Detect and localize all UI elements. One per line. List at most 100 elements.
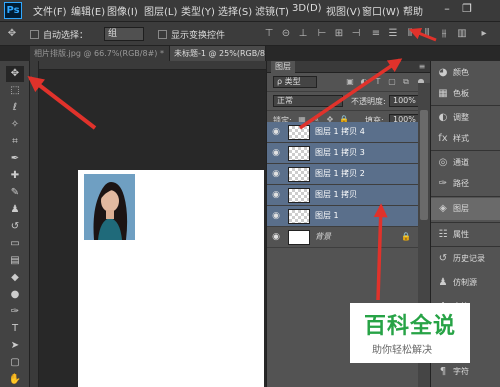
- side-panel-swatches[interactable]: ▦ 色板: [431, 83, 500, 105]
- watermark-title: 百科全说: [364, 314, 457, 339]
- history-brush-tool[interactable]: ↺: [6, 219, 24, 235]
- eraser-tool[interactable]: ▭: [6, 236, 24, 252]
- menu-type[interactable]: 类型(Y): [181, 3, 215, 18]
- menu-file[interactable]: 文件(F): [33, 3, 67, 18]
- crop-tool[interactable]: ⌗: [6, 134, 24, 150]
- tab-photo-layout[interactable]: 相片排版.jpg @ 66.7%(RGB/8#) *: [30, 46, 170, 61]
- pen-tool[interactable]: ✑: [6, 304, 24, 320]
- tab-layers[interactable]: 图层: [271, 61, 295, 73]
- visibility-eye-icon[interactable]: ◉: [270, 169, 282, 179]
- layer-row[interactable]: ◉ 背景 🔒: [267, 227, 419, 248]
- lasso-tool[interactable]: ℓ: [6, 100, 24, 116]
- side-panel-properties[interactable]: ☷ 属性: [431, 224, 500, 246]
- portrait-image: [84, 174, 135, 240]
- marquee-tool[interactable]: ⬚: [6, 83, 24, 99]
- menu-3d[interactable]: 3D(D): [292, 3, 322, 14]
- path-select-tool[interactable]: ➤: [6, 338, 24, 354]
- layer-filter-dropdown[interactable]: ρ 类型: [273, 76, 317, 88]
- panel-separator: [431, 105, 500, 106]
- portrait-photo[interactable]: [84, 174, 135, 240]
- distribute-top-icon[interactable]: ≡: [370, 28, 382, 40]
- shape-tool[interactable]: ▢: [6, 355, 24, 371]
- side-panel-history[interactable]: ↺ 历史记录: [431, 248, 500, 270]
- visibility-eye-icon[interactable]: ◉: [270, 211, 282, 221]
- minimize-button[interactable]: –: [440, 2, 454, 16]
- menu-filter[interactable]: 滤镜(T): [255, 3, 289, 18]
- menu-help[interactable]: 帮助: [403, 3, 423, 18]
- layer-name[interactable]: 背景: [315, 231, 331, 243]
- stamp-tool[interactable]: ♟: [6, 202, 24, 218]
- layer-row[interactable]: ◉ 图层 1 拷贝 4: [267, 122, 419, 143]
- move-tool-preset-icon[interactable]: ✥: [6, 28, 18, 40]
- auto-align-icon[interactable]: ▥: [456, 28, 468, 40]
- side-panel-channels[interactable]: ◎ 通道: [431, 152, 500, 174]
- filter-pixel-icon[interactable]: ▣: [345, 77, 355, 87]
- menu-window[interactable]: 窗口(W): [362, 3, 400, 18]
- side-panel-color[interactable]: ◕ 颜色: [431, 62, 500, 84]
- side-panel-styles[interactable]: fx 样式: [431, 128, 500, 150]
- layers-scroll-thumb[interactable]: [420, 110, 428, 220]
- healing-tool[interactable]: ✚: [6, 168, 24, 184]
- eyedropper-tool[interactable]: ✒: [6, 151, 24, 167]
- align-left-icon[interactable]: ⊢: [316, 28, 328, 40]
- blur-tool[interactable]: ◆: [6, 270, 24, 286]
- restore-button[interactable]: ❐: [460, 2, 474, 16]
- brush-tool[interactable]: ✎: [6, 185, 24, 201]
- layer-row[interactable]: ◉ 图层 1 拷贝 3: [267, 143, 419, 164]
- gradient-tool[interactable]: ▤: [6, 253, 24, 269]
- move-tool[interactable]: ✥: [6, 66, 24, 82]
- paragraph-icon: ¶: [439, 366, 447, 377]
- filter-type-icon[interactable]: T: [373, 77, 383, 87]
- filter-shape-icon[interactable]: ▢: [387, 77, 397, 87]
- blend-row: 正常 不透明度: 100%: [267, 92, 431, 111]
- hand-tool[interactable]: ✋: [6, 372, 24, 387]
- distribute-hcenter-icon[interactable]: ⫼: [421, 28, 433, 40]
- dodge-tool[interactable]: ●: [6, 287, 24, 303]
- align-vcenter-icon[interactable]: ⊝: [280, 28, 292, 40]
- layer-name[interactable]: 图层 1: [315, 210, 339, 222]
- align-bottom-icon[interactable]: ⊥: [297, 28, 309, 40]
- visibility-eye-icon[interactable]: ◉: [270, 148, 282, 158]
- tab-untitled[interactable]: 未标题-1 @ 25%(RGB/8: [170, 46, 266, 61]
- layer-name[interactable]: 图层 1 拷贝 3: [315, 147, 365, 159]
- filter-adjustment-icon[interactable]: ◐: [359, 77, 369, 87]
- visibility-eye-icon[interactable]: ◉: [270, 232, 282, 242]
- quick-select-tool[interactable]: ✧: [6, 117, 24, 133]
- menu-edit[interactable]: 编辑(E): [71, 3, 105, 18]
- align-hcenter-icon[interactable]: ⊞: [333, 28, 345, 40]
- side-panel-layers[interactable]: ◈ 图层: [431, 198, 500, 220]
- layer-name[interactable]: 图层 1 拷贝 2: [315, 168, 365, 180]
- align-right-icon[interactable]: ⊣: [350, 28, 362, 40]
- distribute-vcenter-icon[interactable]: ☰: [387, 28, 399, 40]
- distribute-left-icon[interactable]: ⫴: [404, 28, 416, 40]
- visibility-eye-icon[interactable]: ◉: [270, 127, 282, 137]
- menu-select[interactable]: 选择(S): [218, 3, 252, 18]
- opacity-input[interactable]: 100%: [389, 95, 419, 107]
- type-tool[interactable]: T: [6, 321, 24, 337]
- menu-layer[interactable]: 图层(L): [144, 3, 177, 18]
- show-transform-checkbox[interactable]: [158, 30, 167, 39]
- menu-view[interactable]: 视图(V): [326, 3, 361, 18]
- distribute-right-icon[interactable]: ⫵: [438, 28, 450, 40]
- auto-select-dropdown[interactable]: 组: [104, 27, 144, 41]
- visibility-eye-icon[interactable]: ◉: [270, 190, 282, 200]
- side-panel-paragraph[interactable]: ¶ 字符: [431, 361, 500, 383]
- layer-row[interactable]: ◉ 图层 1 拷贝: [267, 185, 419, 206]
- layer-name[interactable]: 图层 1 拷贝 4: [315, 126, 365, 138]
- layer-thumbnail: [288, 209, 310, 224]
- filter-smart-icon[interactable]: ⧉: [401, 77, 411, 87]
- side-panel-adjustments[interactable]: ◐ 调整: [431, 107, 500, 129]
- blend-mode-dropdown[interactable]: 正常: [273, 95, 343, 107]
- auto-select-checkbox[interactable]: [30, 30, 39, 39]
- options-bar: ✥ 自动选择： 组 显示变换控件 ⊤ ⊝ ⊥ ⊢ ⊞ ⊣ ≡ ☰ ⫴ ⫼ ⫵ ▥…: [0, 22, 500, 46]
- panel-menu-icon[interactable]: ≡: [417, 62, 427, 72]
- workspace-icon[interactable]: ▸: [478, 28, 490, 40]
- styles-icon: fx: [438, 133, 448, 144]
- layer-name[interactable]: 图层 1 拷贝: [315, 189, 357, 201]
- layer-row[interactable]: ◉ 图层 1: [267, 206, 419, 227]
- layer-row[interactable]: ◉ 图层 1 拷贝 2: [267, 164, 419, 185]
- side-panel-clone-source[interactable]: ♟ 仿制源: [431, 272, 500, 294]
- menu-image[interactable]: 图像(I): [107, 3, 138, 18]
- align-top-icon[interactable]: ⊤: [263, 28, 275, 40]
- side-panel-paths[interactable]: ✑ 路径: [431, 173, 500, 195]
